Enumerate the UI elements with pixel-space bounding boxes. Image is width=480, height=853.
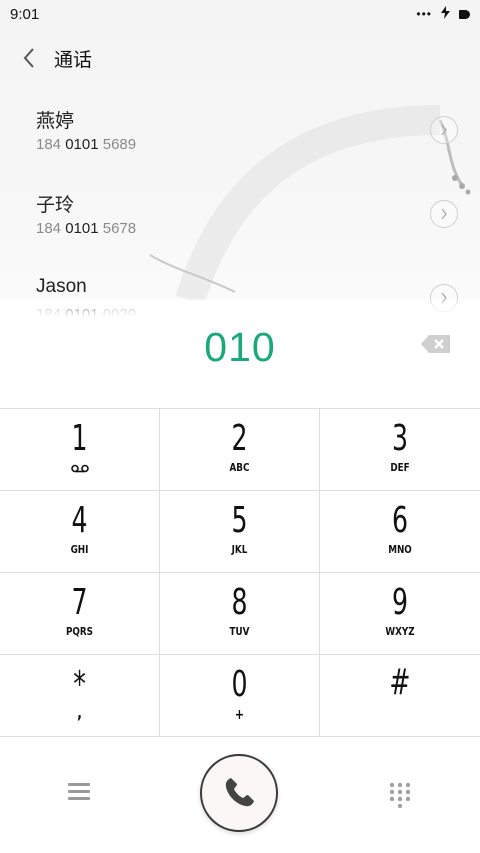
contact-name: 燕婷: [36, 111, 75, 132]
contact-row[interactable]: 燕婷 184 0101 5689: [0, 106, 480, 186]
dial-input-area: 010: [0, 318, 480, 408]
chevron-left-icon: [23, 48, 34, 68]
key-7[interactable]: 7 PQRS: [0, 573, 160, 655]
signal-icon: •••: [416, 7, 432, 21]
contact-row[interactable]: 子玲 184 0101 5678: [0, 190, 480, 270]
keypad-toggle-button[interactable]: [388, 782, 412, 809]
key-1[interactable]: 1: [0, 409, 160, 491]
keypad-grid-icon: [389, 782, 411, 809]
key-hash[interactable]: #: [320, 655, 480, 737]
menu-button[interactable]: [68, 783, 92, 803]
contact-number: 184 0101 5678: [36, 220, 137, 237]
chevron-right-icon: [441, 208, 447, 220]
battery-icon: [459, 9, 470, 19]
status-bar: 9:01 •••: [0, 0, 480, 28]
charging-icon: [441, 5, 450, 23]
contact-detail-button[interactable]: [430, 200, 458, 228]
key-2[interactable]: 2 ABC: [160, 409, 320, 491]
key-6[interactable]: 6 MNO: [320, 491, 480, 573]
phone-icon: [225, 778, 254, 807]
call-button[interactable]: [200, 754, 278, 832]
key-0[interactable]: 0 +: [160, 655, 320, 737]
contact-detail-button[interactable]: [430, 116, 458, 144]
contact-name: Jason: [36, 276, 87, 297]
key-5[interactable]: 5 JKL: [160, 491, 320, 573]
bottom-bar: [0, 738, 480, 853]
back-button[interactable]: [16, 41, 42, 75]
contact-number: 184 0101 5689: [36, 136, 137, 153]
backspace-button[interactable]: [420, 333, 452, 355]
key-4[interactable]: 4 GHI: [0, 491, 160, 573]
voicemail-icon: [71, 464, 89, 473]
key-9[interactable]: 9 WXYZ: [320, 573, 480, 655]
contact-name: 子玲: [36, 195, 75, 216]
key-star[interactable]: * ,: [0, 655, 160, 737]
key-8[interactable]: 8 TUV: [160, 573, 320, 655]
status-time: 9:01: [10, 5, 40, 23]
backspace-icon: [421, 335, 450, 353]
page-title: 通话: [54, 49, 93, 71]
dialed-number: 010: [204, 324, 276, 370]
chevron-right-icon: [441, 124, 447, 136]
header: 通话: [0, 38, 480, 78]
key-3[interactable]: 3 DEF: [320, 409, 480, 491]
dial-keypad: 1 2 ABC 3 DEF 4 GHI 5 JKL 6 MNO 7 PQRS 8…: [0, 408, 480, 739]
